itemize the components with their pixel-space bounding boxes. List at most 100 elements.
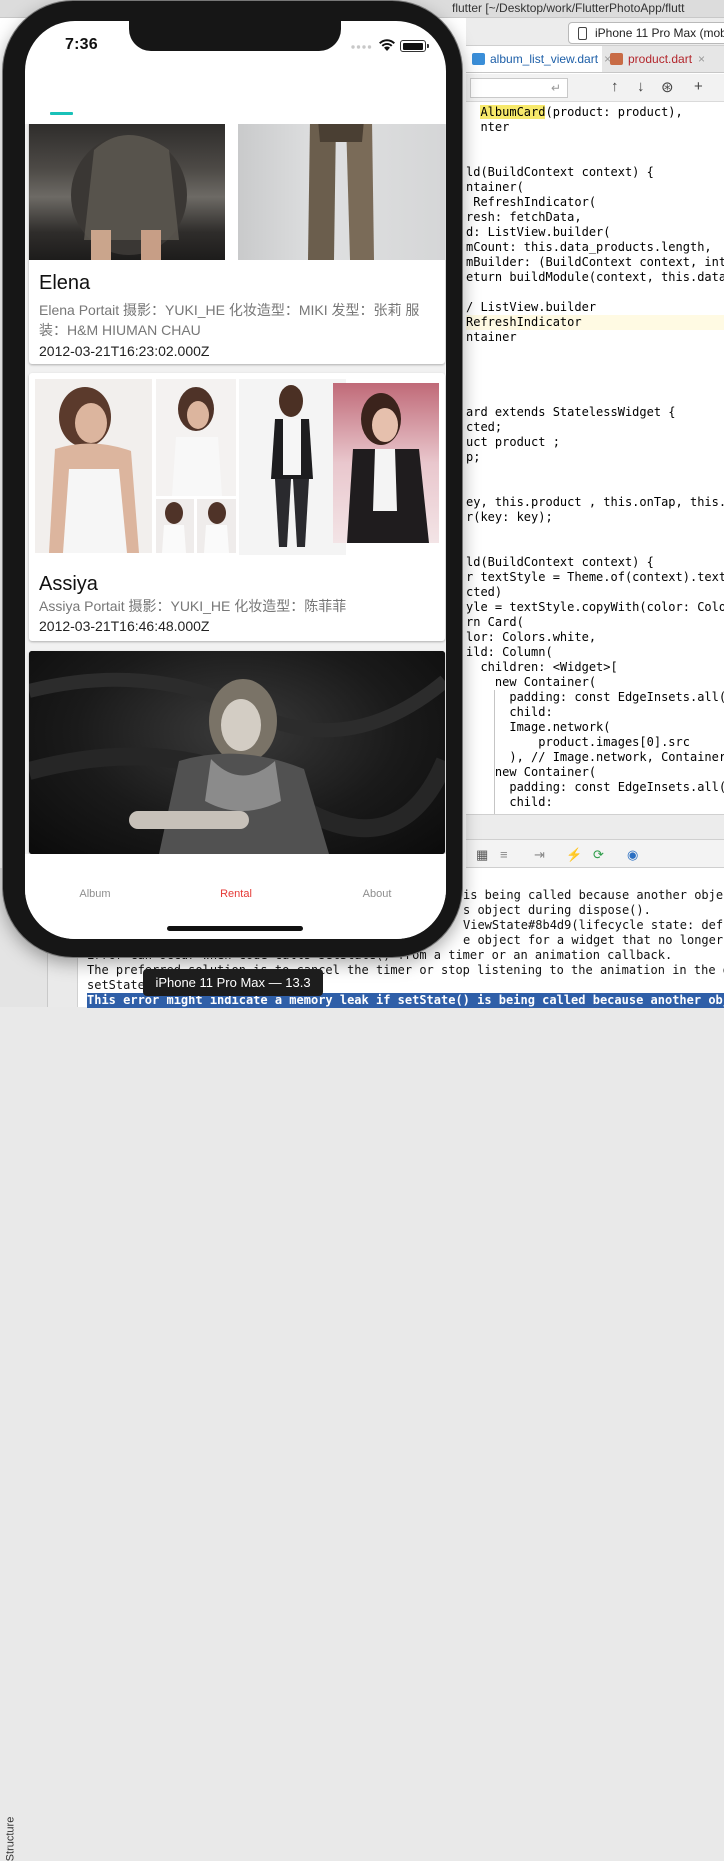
photo-figure	[347, 393, 429, 543]
home-indicator	[167, 926, 303, 931]
code-line: mBuilder: (BuildContext context, int	[466, 255, 724, 269]
phone-notch	[129, 21, 341, 51]
add-selection-icon[interactable]: +	[694, 78, 703, 95]
window-title: flutter [~/Desktop/work/FlutterPhotoApp/…	[452, 1, 685, 15]
exit-icon[interactable]: ⇥	[534, 847, 545, 863]
photo-figure	[308, 124, 374, 260]
tab-label: product.dart	[628, 52, 693, 66]
code-line: Image.network(	[466, 720, 611, 734]
card-title: Assiya	[39, 573, 98, 595]
search-highlight: AlbumCard	[480, 105, 546, 119]
tab-album-list-view[interactable]: album_list_view.dart ×	[466, 46, 611, 72]
code-line: r(key: key);	[466, 510, 553, 524]
arrow-up-icon[interactable]: ↑	[611, 78, 619, 95]
code-line: / ListView.builder	[466, 300, 597, 314]
code-line: child:	[466, 795, 553, 809]
nav-about[interactable]: About	[337, 888, 417, 900]
card-photo	[197, 499, 236, 553]
photo-figure	[49, 387, 139, 553]
search-input[interactable]: ↵	[470, 78, 568, 98]
tab-indicator	[50, 112, 73, 115]
code-line: RefreshIndicator	[466, 315, 724, 330]
table-icon[interactable]: ▦	[476, 847, 488, 863]
code-line: ld(BuildContext context) {	[466, 165, 654, 179]
nav-album[interactable]: Album	[55, 888, 135, 900]
structure-tab[interactable]: Structure	[4, 1817, 16, 1861]
code-line: p;	[466, 450, 481, 464]
arrow-down-icon[interactable]: ↓	[637, 78, 645, 95]
console-line: e object for a widget that no longer app	[463, 933, 724, 947]
nav-rental[interactable]: Rental	[196, 888, 276, 900]
editor-tabs: album_list_view.dart × product.dart ×	[466, 46, 724, 73]
tab-label: album_list_view.dart	[490, 52, 599, 66]
code-line: yle = textStyle.copyWith(color: Colors	[466, 600, 724, 614]
code-line: ntainer(	[466, 180, 524, 194]
card-photo	[238, 124, 445, 260]
photo-figure	[29, 672, 445, 854]
code-line: uct product ;	[466, 435, 560, 449]
album-card-assiya[interactable]: Assiya Assiya Portait 摄影：YUKI_HE 化妆造型：陈菲…	[29, 373, 445, 641]
code-line: new Container(	[466, 765, 597, 779]
photo-figure	[71, 135, 187, 260]
code-line: r textStyle = Theme.of(context).textTh	[466, 570, 724, 584]
close-icon[interactable]: ×	[698, 52, 705, 66]
code-line: ), // Image.network, Container	[466, 750, 724, 764]
code-line: cted;	[466, 420, 503, 434]
console-line: s object during dispose().	[463, 903, 651, 917]
card-photo	[156, 379, 236, 496]
card-photo	[156, 499, 194, 553]
editor-breadcrumb-strip	[466, 814, 724, 840]
code-line: cted)	[466, 585, 503, 599]
iphone-simulator: 7:36 Elena Elena Portait 摄影：YUKI_HE 化妆造型…	[3, 1, 462, 957]
card-photo	[35, 379, 152, 553]
simulator-tooltip: iPhone 11 Pro Max — 13.3	[143, 969, 323, 996]
card-description: Elena Portait 摄影：YUKI_HE 化妆造型：MIKI 发型：张莉…	[39, 302, 420, 338]
indent-guide	[494, 690, 495, 814]
diff-icon[interactable]: ≡	[500, 847, 508, 862]
code-line: ild: Column(	[466, 645, 553, 659]
code-editor[interactable]: AlbumCard(product: product), nter ld(Buil…	[466, 102, 724, 814]
album-card-elena[interactable]: Elena Elena Portait 摄影：YUKI_HE 化妆造型：MIKI…	[29, 124, 445, 364]
card-photo	[239, 379, 346, 555]
devtools-icon[interactable]: ◉	[627, 847, 638, 863]
code-line: ntainer	[466, 330, 517, 344]
code-line: mCount: this.data_products.length,	[466, 240, 712, 254]
battery-icon	[400, 40, 429, 52]
code-line: d: ListView.builder(	[466, 225, 611, 239]
dart-file-icon	[472, 53, 485, 65]
status-time: 7:36	[65, 36, 98, 53]
code-line: rn Card(	[466, 615, 524, 629]
device-selector-label: iPhone 11 Pro Max (mob	[595, 26, 724, 40]
code-line: nter	[466, 120, 510, 134]
console-line: ViewState#8b4d9(lifecycle state: defun	[463, 918, 724, 932]
code-line: resh: fetchData,	[466, 210, 582, 224]
code-line: ld(BuildContext context) {	[466, 555, 654, 569]
code-line: AlbumCard(product: product),	[480, 105, 683, 119]
hot-reload-icon[interactable]: ⚡	[566, 847, 582, 863]
dart-file-icon	[610, 53, 623, 65]
card-date: 2012-03-21T16:46:48.000Z	[39, 618, 210, 634]
album-card-third[interactable]	[29, 651, 445, 854]
device-selector[interactable]: iPhone 11 Pro Max (mob	[568, 22, 724, 44]
code-line: new Container(	[466, 675, 597, 689]
code-line: padding: const EdgeInsets.all(10	[466, 780, 724, 794]
photo-figure	[204, 502, 229, 553]
card-photo	[29, 124, 225, 260]
code-line: child:	[466, 705, 553, 719]
code-line: lor: Colors.white,	[466, 630, 597, 644]
console-line: is being called because another objec	[463, 888, 724, 902]
phone-screen: 7:36 Elena Elena Portait 摄影：YUKI_HE 化妆造型…	[25, 21, 446, 939]
album-list[interactable]: Elena Elena Portait 摄影：YUKI_HE 化妆造型：MIKI…	[25, 124, 446, 854]
photo-figure	[271, 385, 313, 547]
code-line: ey, this.product , this.onTap, this.se	[466, 495, 724, 509]
photo-figure	[172, 387, 222, 496]
hot-restart-icon[interactable]: ⟳	[593, 847, 604, 863]
code-line: RefreshIndicator(	[466, 195, 597, 209]
bottom-navigation: Album Rental About	[25, 854, 446, 939]
tab-product[interactable]: product.dart ×	[604, 46, 724, 72]
find-all-icon[interactable]: ⊛	[661, 78, 674, 96]
code-line: ard extends StatelessWidget {	[466, 405, 676, 419]
code-line: padding: const EdgeInsets.all(0.	[466, 690, 724, 704]
card-title: Elena	[39, 272, 91, 294]
photo-figure	[162, 502, 186, 553]
